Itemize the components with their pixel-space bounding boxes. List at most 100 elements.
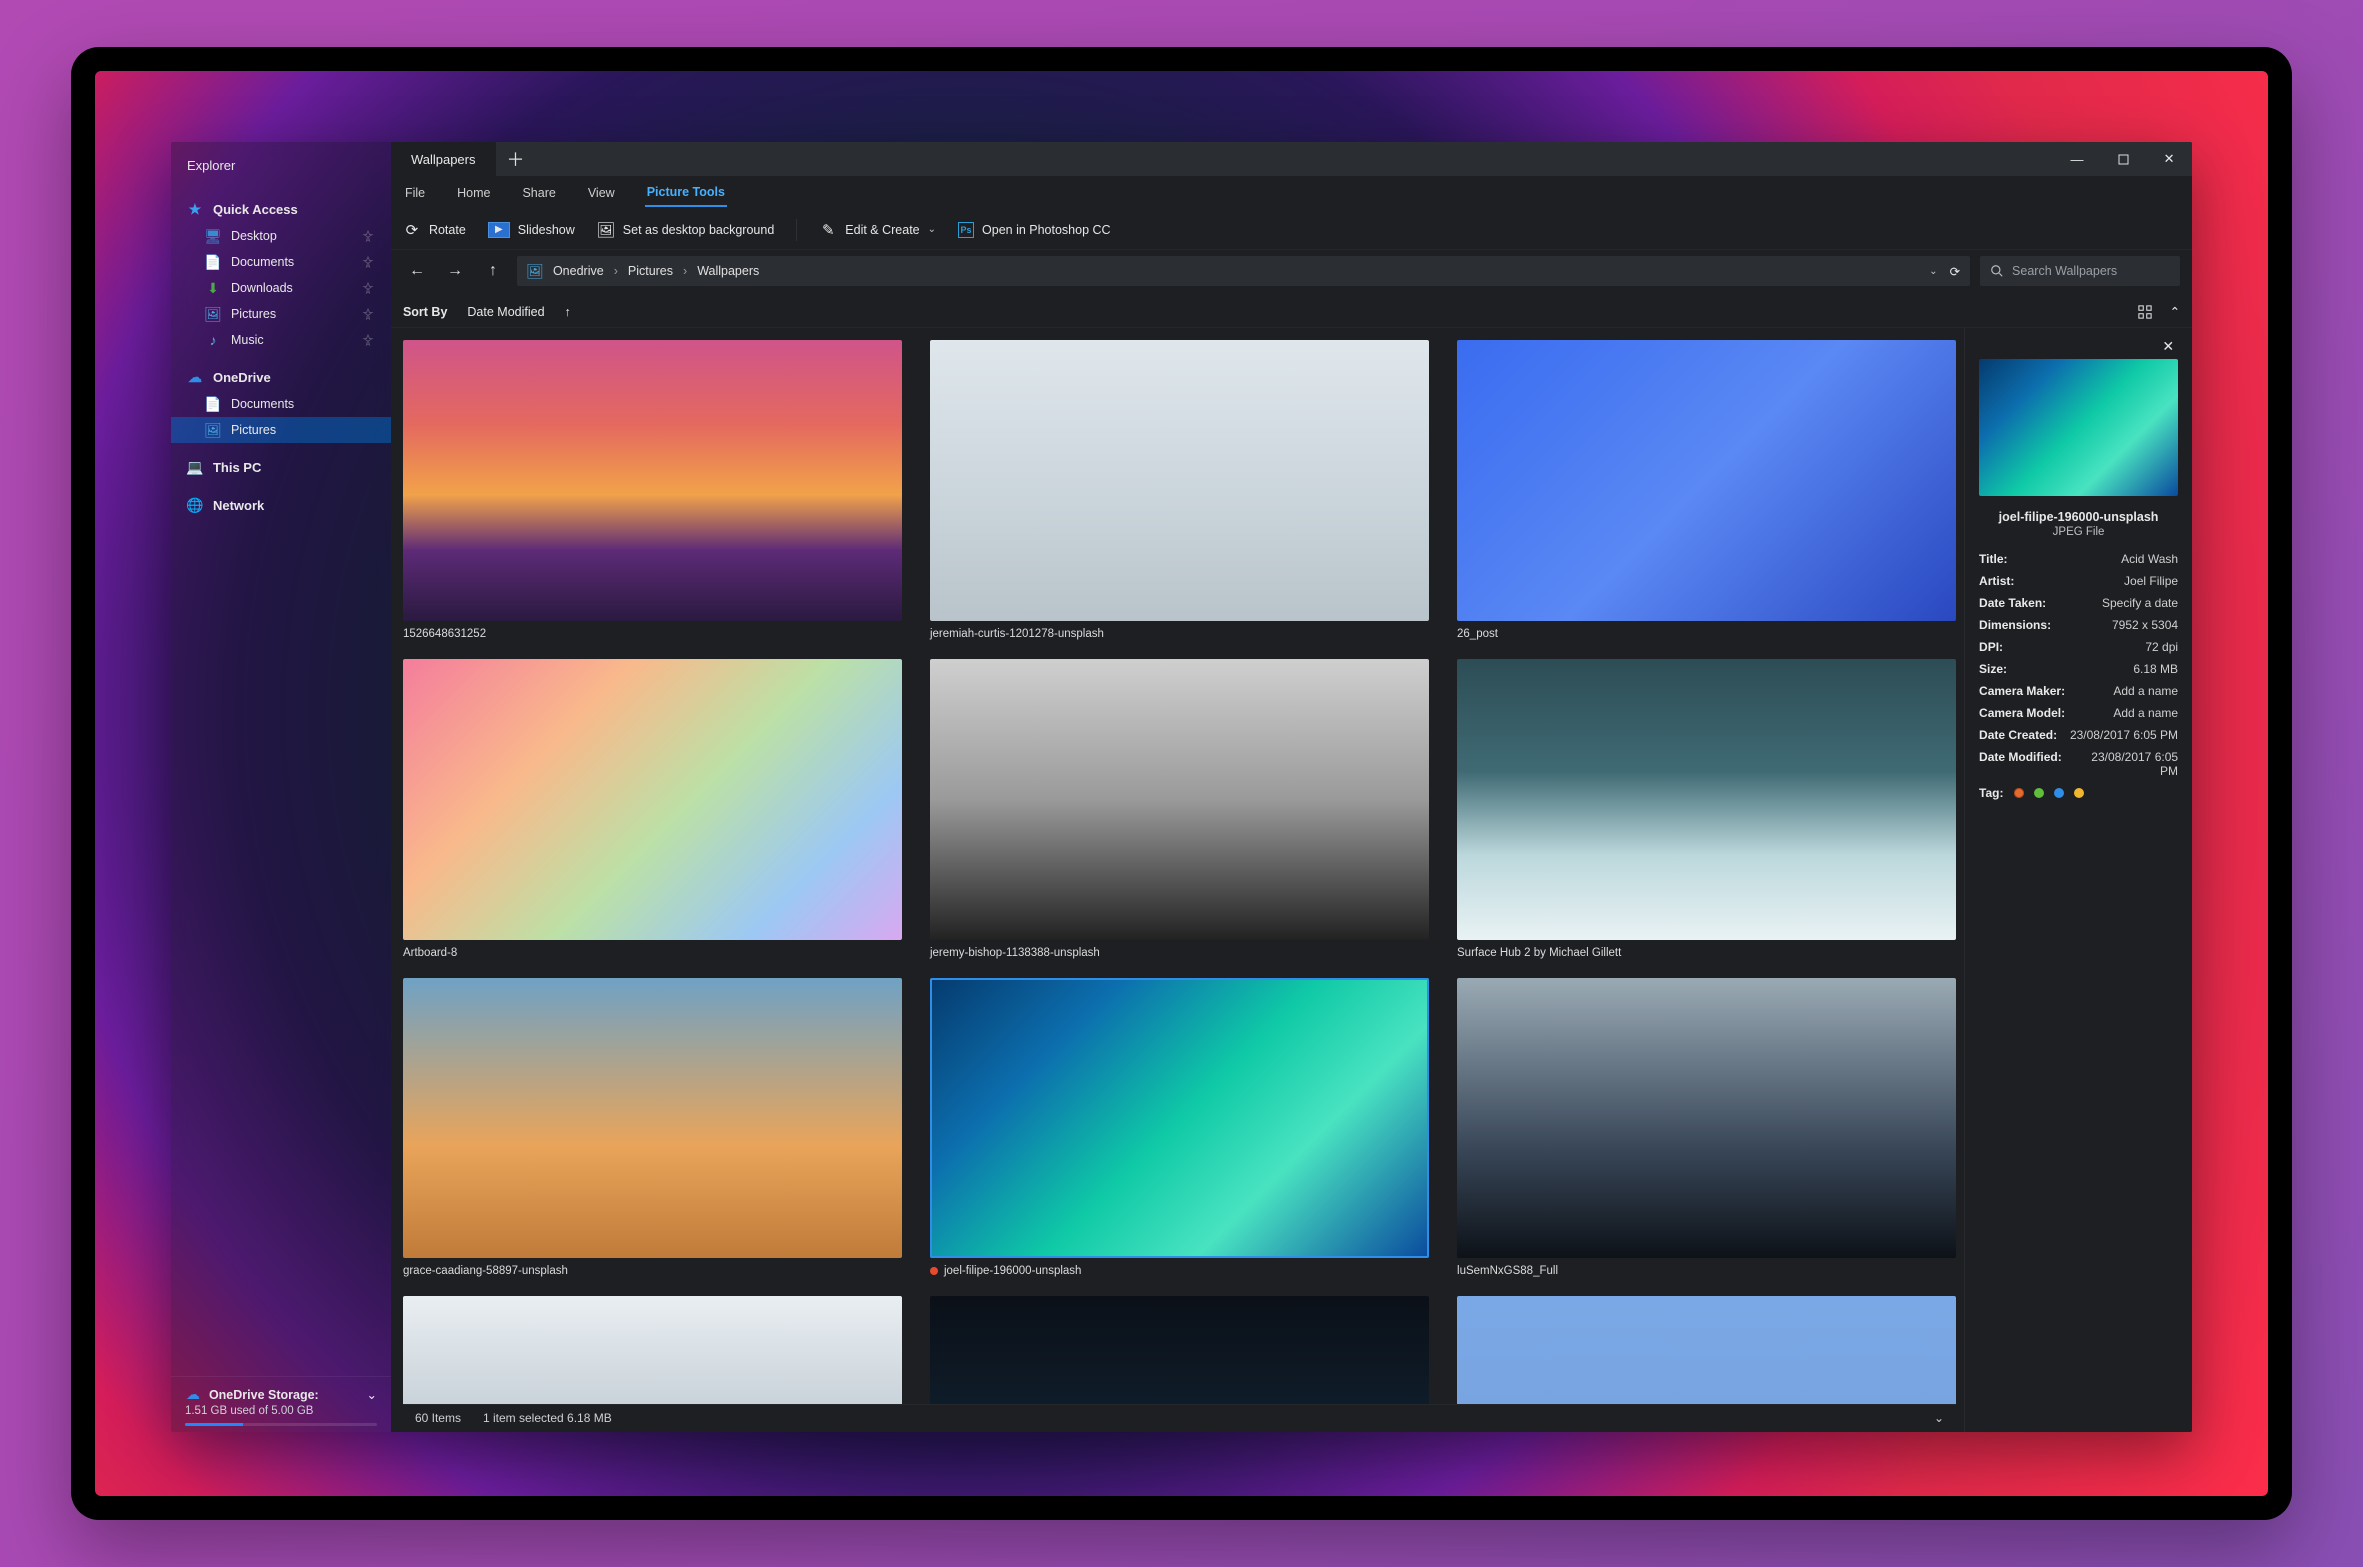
thumbnail[interactable] xyxy=(1457,340,1956,621)
property-value[interactable]: Specify a date xyxy=(2056,596,2178,610)
tab-wallpapers[interactable]: Wallpapers xyxy=(391,142,496,176)
property-value[interactable]: Add a name xyxy=(2075,706,2178,720)
property-value[interactable]: Joel Filipe xyxy=(2024,574,2178,588)
sidebar-item-onedrive-documents[interactable]: 📄 Documents xyxy=(171,391,391,417)
menu-file[interactable]: File xyxy=(403,180,427,206)
sidebar-head-quick-access[interactable]: ★ Quick Access xyxy=(171,195,391,223)
thumbnail[interactable] xyxy=(403,659,902,940)
pin-icon[interactable] xyxy=(361,229,375,243)
search-input[interactable] xyxy=(2012,264,2173,278)
property-value[interactable]: Acid Wash xyxy=(2018,552,2179,566)
thumbnail-cell[interactable]: luSemNxGS88_Full xyxy=(1457,978,1956,1293)
property-value[interactable]: 72 dpi xyxy=(2013,640,2178,654)
tag-dot-yellow[interactable] xyxy=(2074,788,2084,798)
thumbnail[interactable] xyxy=(1457,978,1956,1259)
thumbnail[interactable] xyxy=(403,978,902,1259)
sidebar-storage[interactable]: ☁ OneDrive Storage: ⌄ 1.51 GB used of 5.… xyxy=(171,1376,391,1432)
pictures-icon: 🖼 xyxy=(527,263,543,279)
pin-icon[interactable] xyxy=(361,255,375,269)
thumbnail-cell[interactable] xyxy=(403,1296,902,1404)
pin-icon[interactable] xyxy=(361,333,375,347)
main: Wallpapers ＋ — ✕ File Home Share View Pi… xyxy=(391,142,2192,1432)
rotate-button[interactable]: ⟳ Rotate xyxy=(403,221,466,239)
slideshow-button[interactable]: ▶ Slideshow xyxy=(488,222,575,238)
minimize-button[interactable]: — xyxy=(2054,142,2100,176)
thumbnail[interactable] xyxy=(930,1296,1429,1404)
sidebar-item-documents[interactable]: 📄 Documents xyxy=(171,249,391,275)
close-details-button[interactable]: ✕ xyxy=(2158,336,2178,357)
thumbnail-cell[interactable]: joel-filipe-196000-unsplash xyxy=(930,978,1429,1293)
tag-dot-orange[interactable] xyxy=(2014,788,2024,798)
pin-icon[interactable] xyxy=(361,307,375,321)
thumbnail[interactable] xyxy=(930,659,1429,940)
maximize-button[interactable] xyxy=(2100,142,2146,176)
sort-direction-button[interactable]: ↑ xyxy=(565,305,571,319)
tag-dot-blue[interactable] xyxy=(2054,788,2064,798)
up-button[interactable]: ↑ xyxy=(479,257,507,285)
chevron-down-icon[interactable]: ⌄ xyxy=(1934,1411,1944,1425)
pin-icon[interactable] xyxy=(361,281,375,295)
property-value[interactable]: 23/08/2017 6:05 PM xyxy=(2067,728,2178,742)
thumbnail-cell[interactable]: Artboard-8 xyxy=(403,659,902,974)
close-button[interactable]: ✕ xyxy=(2146,142,2192,176)
menu-picture-tools[interactable]: Picture Tools xyxy=(645,179,727,207)
breadcrumb-bar[interactable]: 🖼 Onedrive › Pictures › Wallpapers ⌄ ⟳ xyxy=(517,256,1970,286)
sidebar-item-pictures[interactable]: 🖼 Pictures xyxy=(171,301,391,327)
sidebar-item-downloads[interactable]: ⬇ Downloads xyxy=(171,275,391,301)
thumbnail[interactable] xyxy=(403,1296,902,1404)
thumbnail-cell[interactable]: grace-caadiang-58897-unsplash xyxy=(403,978,902,1293)
collapse-header-button[interactable]: ⌃ xyxy=(2170,304,2180,319)
thumbnail[interactable] xyxy=(930,978,1429,1259)
sidebar-item-music[interactable]: ♪ Music xyxy=(171,327,391,353)
sort-value[interactable]: Date Modified xyxy=(467,305,544,319)
property-value[interactable]: 23/08/2017 6:05 PM xyxy=(2072,750,2178,778)
property-value[interactable]: Add a name xyxy=(2075,684,2178,698)
search-box[interactable] xyxy=(1980,256,2180,286)
menu-home[interactable]: Home xyxy=(455,180,492,206)
sidebar-item-thispc[interactable]: 💻 This PC xyxy=(171,453,391,481)
breadcrumb-segment[interactable]: Pictures › xyxy=(628,264,687,278)
chevron-down-icon[interactable]: ⌄ xyxy=(366,1387,376,1402)
history-dropdown-button[interactable]: ⌄ xyxy=(1929,266,1937,277)
thumbnail[interactable] xyxy=(1457,659,1956,940)
details-property-row: Date Created:23/08/2017 6:05 PM xyxy=(1979,724,2178,746)
sidebar-item-network[interactable]: 🌐 Network xyxy=(171,491,391,519)
pictures-icon: 🖼 xyxy=(205,306,221,322)
breadcrumb-segment[interactable]: Onedrive › xyxy=(553,264,618,278)
thumbnail[interactable] xyxy=(1457,1296,1956,1404)
thumbnail-cell[interactable]: jeremiah-curtis-1201278-unsplash xyxy=(930,340,1429,655)
edit-create-button[interactable]: ✎ Edit & Create ⌄ xyxy=(819,221,936,239)
grid-view-button[interactable] xyxy=(2138,305,2152,319)
titlebar: Wallpapers ＋ — ✕ xyxy=(391,142,2192,176)
tag-dots[interactable] xyxy=(2014,786,2179,800)
thumbnail-cell[interactable] xyxy=(930,1296,1429,1404)
back-button[interactable]: ← xyxy=(403,257,431,285)
thumbnail-cell[interactable] xyxy=(1457,1296,1956,1404)
menu-view[interactable]: View xyxy=(586,180,617,206)
property-value[interactable]: 6.18 MB xyxy=(2017,662,2178,676)
open-photoshop-button[interactable]: Ps Open in Photoshop CC xyxy=(958,222,1111,238)
property-value[interactable]: 7952 x 5304 xyxy=(2061,618,2178,632)
forward-button[interactable]: → xyxy=(441,257,469,285)
thumbnail-caption: grace-caadiang-58897-unsplash xyxy=(403,1264,902,1292)
details-property-row: Camera Model:Add a name xyxy=(1979,702,2178,724)
menu-share[interactable]: Share xyxy=(520,180,557,206)
refresh-button[interactable]: ⟳ xyxy=(1950,264,1960,279)
thumbnail[interactable] xyxy=(930,340,1429,621)
thumbnail-cell[interactable]: 26_post xyxy=(1457,340,1956,655)
pc-icon: 💻 xyxy=(187,459,203,475)
thumbnail[interactable] xyxy=(403,340,902,621)
network-label: Network xyxy=(213,498,264,513)
sidebar-head-onedrive[interactable]: ☁ OneDrive xyxy=(171,363,391,391)
thumbnail-cell[interactable]: 1526648631252 xyxy=(403,340,902,655)
thumbnail-cell[interactable]: jeremy-bishop-1138388-unsplash xyxy=(930,659,1429,974)
thumbnail-cell[interactable]: Surface Hub 2 by Michael Gillett xyxy=(1457,659,1956,974)
new-tab-button[interactable]: ＋ xyxy=(496,142,536,176)
sidebar-item-onedrive-pictures[interactable]: 🖼 Pictures xyxy=(171,417,391,443)
music-icon: ♪ xyxy=(205,332,221,348)
set-background-button[interactable]: 🖼 Set as desktop background xyxy=(597,221,775,239)
thumbnail-grid[interactable]: 1526648631252jeremiah-curtis-1201278-uns… xyxy=(403,340,1956,1404)
breadcrumb-segment[interactable]: Wallpapers xyxy=(697,264,759,278)
tag-dot-green[interactable] xyxy=(2034,788,2044,798)
sidebar-item-desktop[interactable]: 🖥 Desktop xyxy=(171,223,391,249)
